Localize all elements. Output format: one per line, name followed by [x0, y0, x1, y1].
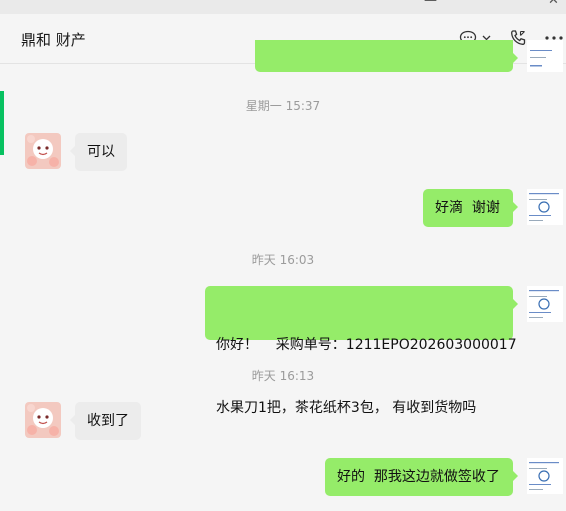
- window-controls-strip: — ✕: [0, 0, 566, 14]
- chat-window: — ✕ 鼎和 财产 星期一 15:37 可以 好滴 谢谢 昨天 16:03 你好…: [0, 0, 566, 511]
- message-line: 你好！ 采购单号：1211EPO202603000017: [216, 337, 517, 353]
- timestamp: 昨天 16:13: [251, 369, 315, 383]
- self-avatar[interactable]: [527, 458, 563, 494]
- message-bubble[interactable]: 收到了: [70, 402, 141, 440]
- message-bubble[interactable]: 你好！ 采购单号：1211EPO202603000017 水果刀1把，茶花纸杯3…: [205, 286, 518, 416]
- chat-title: 鼎和 财产: [21, 31, 86, 49]
- self-avatar[interactable]: [527, 286, 563, 322]
- message-bubble[interactable]: 好的 那我这边就做签收了: [325, 458, 518, 496]
- contact-avatar[interactable]: [25, 133, 61, 169]
- message-bubble[interactable]: 好滴 谢谢: [423, 189, 518, 227]
- close-button[interactable]: ✕: [548, 0, 559, 8]
- timestamp: 星期一 15:37: [245, 99, 321, 113]
- message-bubble[interactable]: 可以: [70, 133, 127, 171]
- self-avatar[interactable]: [527, 189, 563, 225]
- contact-avatar[interactable]: [25, 402, 61, 438]
- message-bubble-partial[interactable]: [255, 40, 518, 72]
- minimize-button[interactable]: —: [424, 0, 437, 8]
- timestamp: 昨天 16:03: [251, 253, 315, 267]
- self-avatar[interactable]: [527, 40, 563, 72]
- message-line: 水果刀1把，茶花纸杯3包， 有收到货物吗: [216, 400, 477, 416]
